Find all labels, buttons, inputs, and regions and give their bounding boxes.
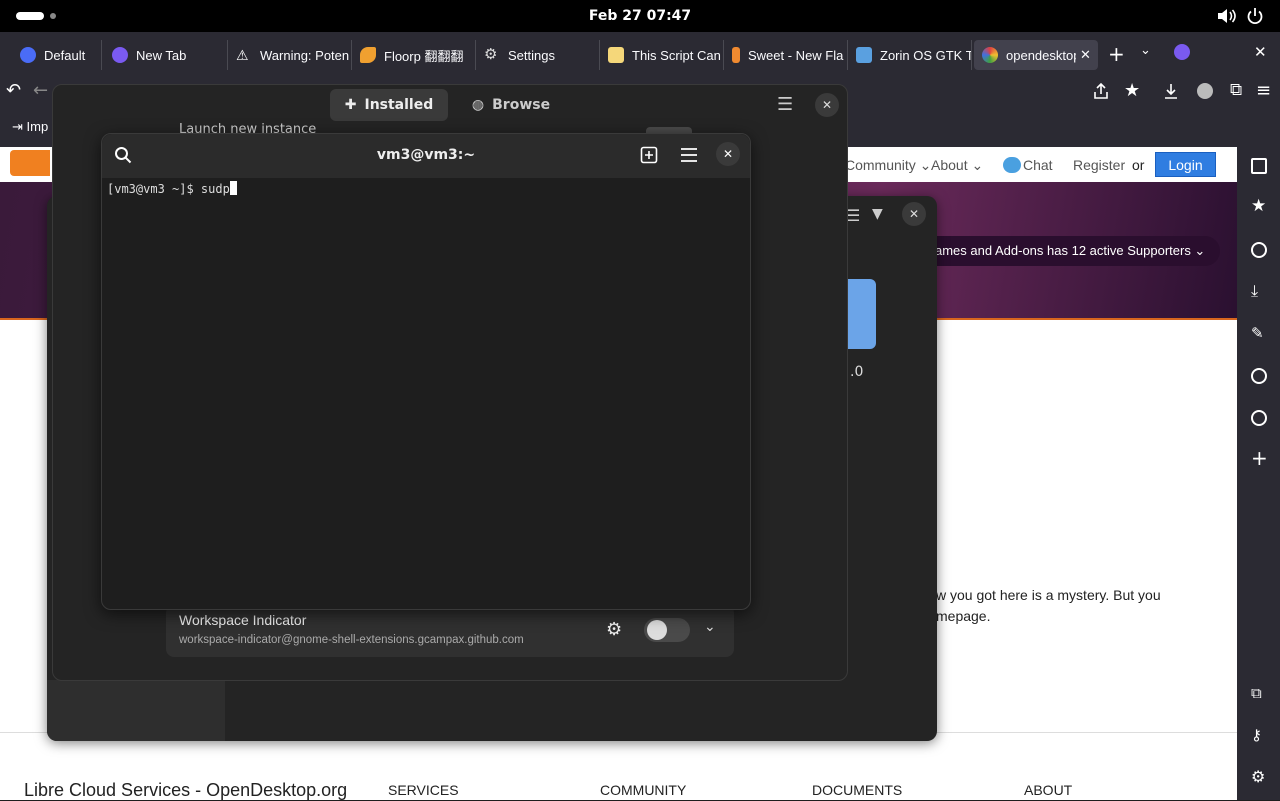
footer-brand: Libre Cloud Services - OpenDesktop.org <box>24 780 348 800</box>
nav-community[interactable]: Community ⌄ <box>845 157 931 174</box>
list-menu-icon[interactable]: ☰ <box>846 206 860 225</box>
tab-new-tab[interactable]: New Tab <box>104 40 228 70</box>
sidebar-key-icon[interactable]: ⚷ <box>1251 727 1267 743</box>
tab-list-chevron-icon[interactable]: ⌄ <box>1140 43 1151 58</box>
globe-icon: ◍ <box>471 97 485 113</box>
tab-default[interactable]: Default <box>12 40 102 70</box>
hamburger-menu-icon[interactable]: ☰ <box>777 94 793 115</box>
floorp-icon <box>112 47 128 63</box>
warning-icon: ⚠ <box>236 47 249 63</box>
sidebar-bookmarks-icon[interactable]: ★ <box>1251 198 1267 215</box>
expand-chevron-icon[interactable]: ⌄ <box>704 619 716 635</box>
script-icon <box>608 47 624 63</box>
footer-documents: DOCUMENTS <box>812 782 903 798</box>
brush-icon <box>732 47 740 63</box>
dropdown-caret-icon[interactable]: ▼ <box>872 206 883 222</box>
nav-or: or <box>1132 157 1145 173</box>
opendesktop-icon <box>982 47 998 63</box>
terminal-window[interactable] <box>101 133 751 610</box>
tab-opendesktop[interactable]: opendesktop ✕ <box>974 40 1098 70</box>
tab-warning[interactable]: ⚠ Warning: Poten <box>228 40 352 70</box>
clock[interactable]: Feb 27 07:47 <box>0 0 1280 32</box>
account-icon[interactable] <box>1197 83 1213 99</box>
new-tab-icon[interactable] <box>640 146 658 164</box>
sidebar-add-icon[interactable]: + <box>1251 448 1268 468</box>
tab-settings[interactable]: ⚙ Settings <box>476 40 600 70</box>
text-cursor <box>229 181 237 195</box>
firefox-view-icon <box>20 47 36 63</box>
toggle-knob <box>647 620 667 640</box>
close-tab-icon[interactable]: ✕ <box>1080 47 1091 63</box>
close-icon[interactable]: ✕ <box>902 202 926 226</box>
close-icon[interactable]: ✕ <box>716 142 740 166</box>
sidebar-web-panel-icon[interactable] <box>1251 368 1267 384</box>
pling-logo[interactable] <box>10 150 50 176</box>
login-button[interactable]: Login <box>1155 152 1216 177</box>
zorin-icon <box>856 47 872 63</box>
sidebar-extensions-icon[interactable]: ⧉ <box>1251 685 1267 701</box>
sidebar-history-icon[interactable] <box>1251 242 1267 258</box>
back-arrow-icon[interactable]: ← <box>33 80 48 101</box>
volume-icon[interactable] <box>1216 8 1236 24</box>
power-icon[interactable] <box>1246 7 1264 25</box>
extension-uuid: workspace-indicator@gnome-shell-extensio… <box>179 634 524 646</box>
tab-browse[interactable]: ◍ Browse <box>456 89 566 121</box>
window-close-icon[interactable]: ✕ <box>1254 43 1267 61</box>
share-icon[interactable] <box>1093 82 1109 100</box>
tab-floorp[interactable]: Floorp 翻翻翻 <box>352 40 476 70</box>
floorp-menu-icon[interactable] <box>1174 44 1190 60</box>
error-message-line1: w you got here is a mystery. But you <box>936 587 1161 603</box>
extension-manager-sidebar <box>47 680 225 741</box>
search-icon[interactable] <box>114 146 132 164</box>
extension-name: Workspace Indicator <box>179 612 307 628</box>
command-input[interactable]: sudp <box>201 182 230 196</box>
hamburger-menu-icon[interactable] <box>680 147 698 163</box>
floorp-leaf-icon <box>360 47 376 63</box>
folder-icon <box>848 279 876 349</box>
sidebar-downloads-icon[interactable]: ⤓ <box>1251 283 1267 299</box>
sidebar-inbox-icon[interactable] <box>1251 158 1267 174</box>
tab-zorin[interactable]: Zorin OS GTK Th <box>848 40 972 70</box>
undo-close-tab-icon[interactable]: ↶ <box>6 80 21 101</box>
nav-about[interactable]: About ⌄ <box>931 157 983 174</box>
nav-register[interactable]: Register <box>1073 157 1125 173</box>
new-tab-plus-icon[interactable]: + <box>1108 42 1125 66</box>
sidebar-notes-icon[interactable]: ✎ <box>1251 325 1267 341</box>
nav-chat[interactable]: Chat <box>1023 157 1053 173</box>
chat-bubble-icon[interactable] <box>1003 157 1021 173</box>
app-menu-icon[interactable]: ≡ <box>1256 80 1271 101</box>
shell-prompt: [vm3@vm3 ~]$ <box>107 182 201 196</box>
close-icon[interactable]: ✕ <box>815 93 839 117</box>
footer-community: COMMUNITY <box>600 782 687 798</box>
partial-extension-row-title: Launch new instance <box>179 122 317 133</box>
sidebar-settings-icon[interactable]: ⚙ <box>1251 769 1267 785</box>
bookmark-import[interactable]: ⇥ Imp <box>12 119 48 135</box>
sidebar-web-panel2-icon[interactable] <box>1251 410 1267 426</box>
extensions-puzzle-icon[interactable]: ⧉ <box>1230 80 1242 100</box>
footer-services: SERVICES <box>388 782 459 798</box>
version-label: .0 <box>850 364 864 380</box>
bookmark-star-icon[interactable]: ★ <box>1124 80 1140 101</box>
terminal-output[interactable]: [vm3@vm3 ~]$ sudp <box>107 181 237 196</box>
settings-gear-icon[interactable]: ⚙ <box>606 619 622 640</box>
downloads-icon[interactable] <box>1163 82 1179 100</box>
tab-script[interactable]: This Script Can <box>600 40 724 70</box>
footer-about: ABOUT <box>1024 782 1073 798</box>
puzzle-icon: ✚ <box>344 97 357 113</box>
tab-sweet[interactable]: Sweet - New Fla <box>724 40 848 70</box>
supporters-dropdown[interactable]: ames and Add-ons has 12 active Supporter… <box>915 236 1220 266</box>
error-message-line2: mepage. <box>936 608 991 624</box>
import-icon: ⇥ <box>12 119 27 134</box>
gear-icon: ⚙ <box>484 46 498 63</box>
tab-installed[interactable]: ✚ Installed <box>330 89 448 121</box>
